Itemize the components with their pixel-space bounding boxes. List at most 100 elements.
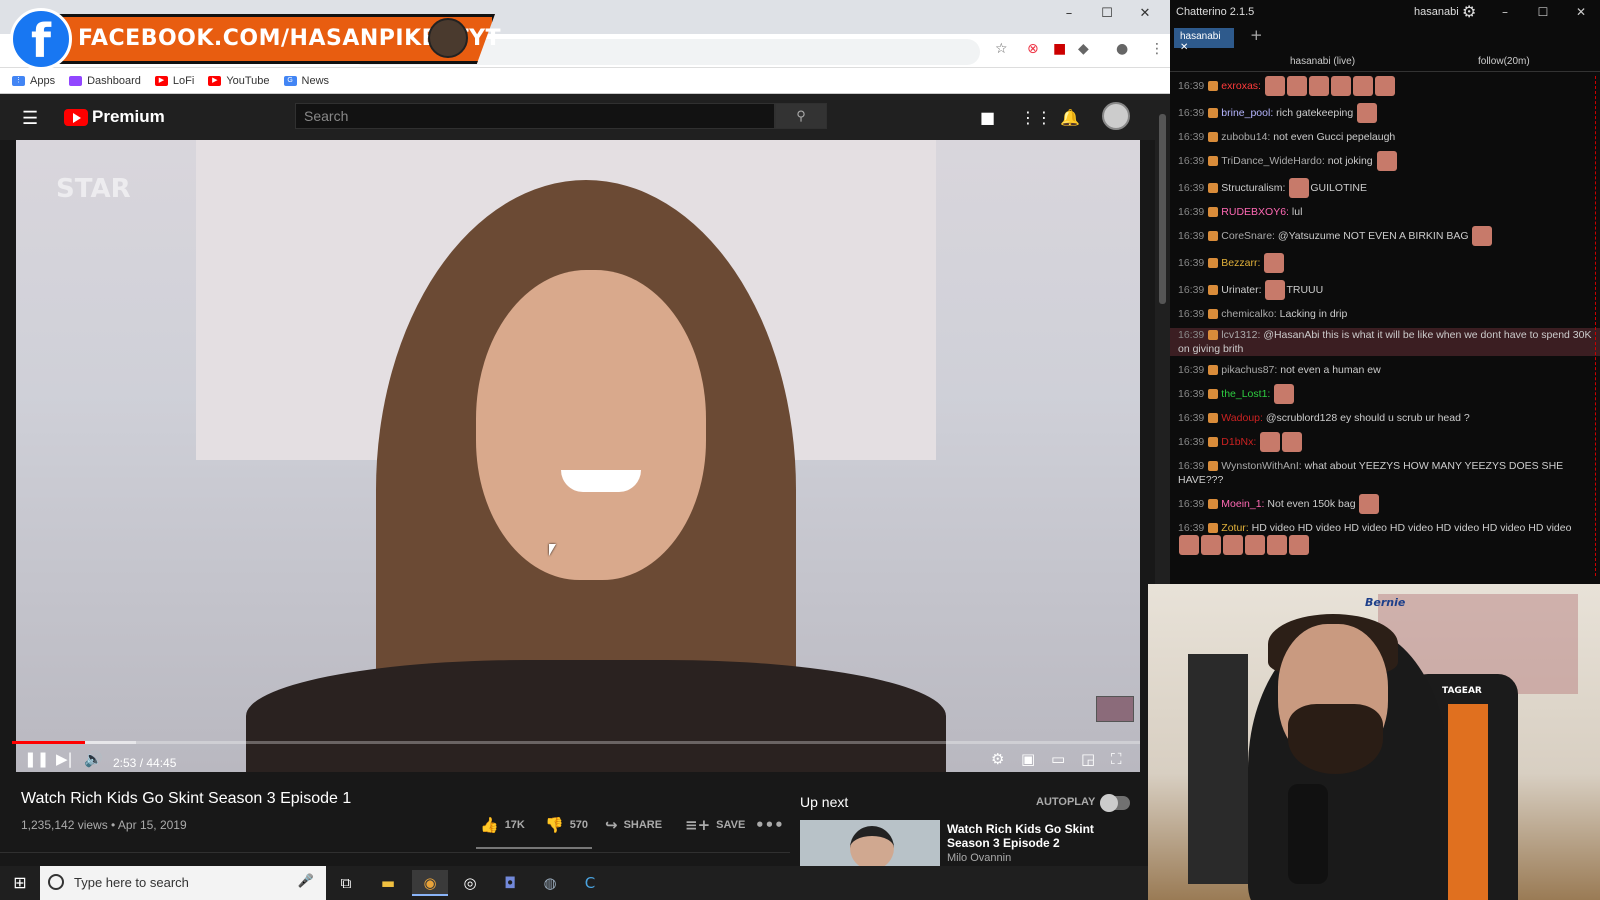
maximize-button[interactable]: ☐	[1088, 0, 1126, 26]
star-icon[interactable]: ☆	[995, 41, 1008, 57]
notifications-bell-icon[interactable]: 🔔	[1060, 108, 1080, 127]
cast-icon[interactable]: ◲	[1081, 750, 1095, 768]
more-actions-button[interactable]: •••	[755, 816, 784, 834]
emote-icon[interactable]	[1472, 226, 1493, 246]
task-view-icon[interactable]: ⧉	[328, 870, 364, 896]
emote-icon[interactable]	[1245, 535, 1265, 555]
taskbar-search[interactable]: Type here to search 🎤	[40, 866, 326, 900]
emote-icon[interactable]	[1330, 76, 1351, 96]
extension-icon[interactable]: ■	[1053, 41, 1066, 57]
like-button[interactable]: 👍 17K	[480, 816, 525, 834]
emote-icon[interactable]	[1359, 494, 1380, 514]
chat-username[interactable]: Moein_1:	[1221, 498, 1267, 510]
emote-icon[interactable]	[1286, 76, 1307, 96]
chat-message: 16:39 Zotur: HD video HD video HD video H…	[1178, 521, 1588, 555]
menu-icon[interactable]: ⋮	[1150, 41, 1164, 57]
chat-username[interactable]: exroxas:	[1221, 80, 1264, 92]
volume-icon[interactable]: 🔊	[84, 750, 103, 768]
emote-icon[interactable]	[1357, 103, 1378, 123]
scrollbar-thumb[interactable]	[1159, 114, 1166, 304]
emote-icon[interactable]	[1289, 178, 1310, 198]
emote-icon[interactable]	[1264, 253, 1285, 273]
emote-icon[interactable]	[1374, 76, 1395, 96]
chat-username[interactable]: WynstonWithAnI:	[1221, 460, 1304, 472]
chat-username[interactable]: Structuralism:	[1221, 182, 1288, 194]
settings-gear-icon[interactable]: ⚙	[1462, 2, 1476, 21]
chat-username[interactable]: Urinater:	[1221, 284, 1264, 296]
create-video-icon[interactable]: ■	[980, 108, 995, 127]
windows-start-icon[interactable]: ⊞	[0, 866, 40, 900]
emote-icon[interactable]	[1260, 432, 1281, 452]
settings-gear-icon[interactable]: ⚙	[991, 750, 1004, 768]
next-icon[interactable]: ▶|	[56, 750, 73, 768]
obs-icon[interactable]: ◎	[452, 870, 488, 896]
emote-icon[interactable]	[1308, 76, 1329, 96]
close-button[interactable]: ✕	[1126, 0, 1164, 26]
miniplayer-icon[interactable]: ▣	[1021, 750, 1035, 768]
autoplay-toggle[interactable]	[1100, 794, 1130, 812]
search-input[interactable]: Search	[295, 103, 775, 129]
emote-icon[interactable]	[1352, 76, 1373, 96]
share-button[interactable]: ↪ SHARE	[605, 816, 662, 834]
emote-icon[interactable]	[1267, 535, 1287, 555]
emote-icon[interactable]	[1282, 432, 1303, 452]
chat-username[interactable]: Wadoup:	[1221, 412, 1266, 424]
profile-icon[interactable]: ●	[1116, 41, 1128, 57]
youtube-logo[interactable]: Premium	[64, 107, 165, 127]
chat-username[interactable]: D1bNx:	[1221, 436, 1259, 448]
up-next-title[interactable]: Watch Rich Kids Go Skint Season 3 Episod…	[947, 822, 1107, 850]
emote-icon[interactable]	[1376, 151, 1397, 171]
emote-icon[interactable]	[1201, 535, 1221, 555]
video-player[interactable]: STAR	[16, 140, 1140, 772]
channel-name: hasanabi (live)	[1290, 56, 1356, 67]
search-button[interactable]: ⚲	[775, 103, 827, 129]
fullscreen-icon[interactable]: ⛶	[1111, 750, 1122, 768]
chat-username[interactable]: zubobu14:	[1221, 131, 1273, 143]
chatterino-user[interactable]: hasanabi	[1414, 6, 1459, 18]
dislike-button[interactable]: 👎 570	[545, 816, 588, 834]
minimize-button[interactable]: –	[1486, 0, 1524, 24]
chat-username[interactable]: RUDEBXOY6:	[1221, 206, 1292, 218]
window-controls: – ☐ ✕	[1486, 0, 1600, 24]
emote-icon[interactable]	[1179, 535, 1199, 555]
emote-icon[interactable]	[1265, 280, 1286, 300]
microphone-icon[interactable]: 🎤	[298, 874, 314, 889]
badge-icon	[1208, 461, 1219, 472]
chat-username[interactable]: chemicalko:	[1221, 308, 1279, 320]
progress-bar[interactable]	[12, 741, 1140, 744]
add-tab-icon[interactable]: +	[1250, 26, 1263, 44]
steam-icon[interactable]: ◍	[532, 870, 568, 896]
emote-icon[interactable]	[1274, 384, 1295, 404]
pause-icon[interactable]: ❚❚	[24, 750, 49, 768]
badge-icon	[1208, 231, 1219, 241]
extension-icon[interactable]: ◆	[1078, 41, 1089, 57]
emote-icon[interactable]	[1264, 76, 1285, 96]
apps-grid-icon[interactable]: ⋮⋮	[1020, 108, 1052, 127]
chat-username[interactable]: the_Lost1:	[1221, 388, 1273, 400]
avatar[interactable]	[1102, 102, 1130, 130]
chrome-icon[interactable]: ◉	[412, 870, 448, 896]
extension-icon[interactable]: ⊗	[1027, 41, 1039, 57]
up-next-channel[interactable]: Milo Ovannin	[947, 852, 1011, 864]
up-next-thumbnail[interactable]	[800, 820, 940, 866]
save-button[interactable]: ≡+ SAVE	[685, 816, 745, 834]
chat-username[interactable]: Zotur:	[1221, 522, 1251, 534]
discord-icon[interactable]: ◘	[492, 870, 528, 896]
chat-username[interactable]: Bezzarr:	[1221, 257, 1263, 269]
chat-username[interactable]: lcv1312:	[1221, 329, 1263, 341]
chat-username[interactable]: pikachus87:	[1221, 364, 1280, 376]
chat-scrollbar[interactable]	[1593, 76, 1596, 576]
file-explorer-icon[interactable]: ▬	[370, 870, 406, 896]
chat-tab[interactable]: hasanabi ✕	[1174, 28, 1234, 53]
chat-username[interactable]: CoreSnare:	[1221, 230, 1278, 242]
chat-username[interactable]: brine_pool:	[1221, 107, 1276, 119]
hamburger-menu-icon[interactable]: ☰	[22, 108, 38, 129]
chatterino-icon[interactable]: C	[572, 870, 608, 896]
minimize-button[interactable]: –	[1050, 0, 1088, 26]
close-button[interactable]: ✕	[1562, 0, 1600, 24]
chat-username[interactable]: TriDance_WideHardo:	[1221, 155, 1327, 167]
emote-icon[interactable]	[1289, 535, 1309, 555]
maximize-button[interactable]: ☐	[1524, 0, 1562, 24]
theater-mode-icon[interactable]: ▭	[1051, 750, 1065, 768]
emote-icon[interactable]	[1223, 535, 1243, 555]
